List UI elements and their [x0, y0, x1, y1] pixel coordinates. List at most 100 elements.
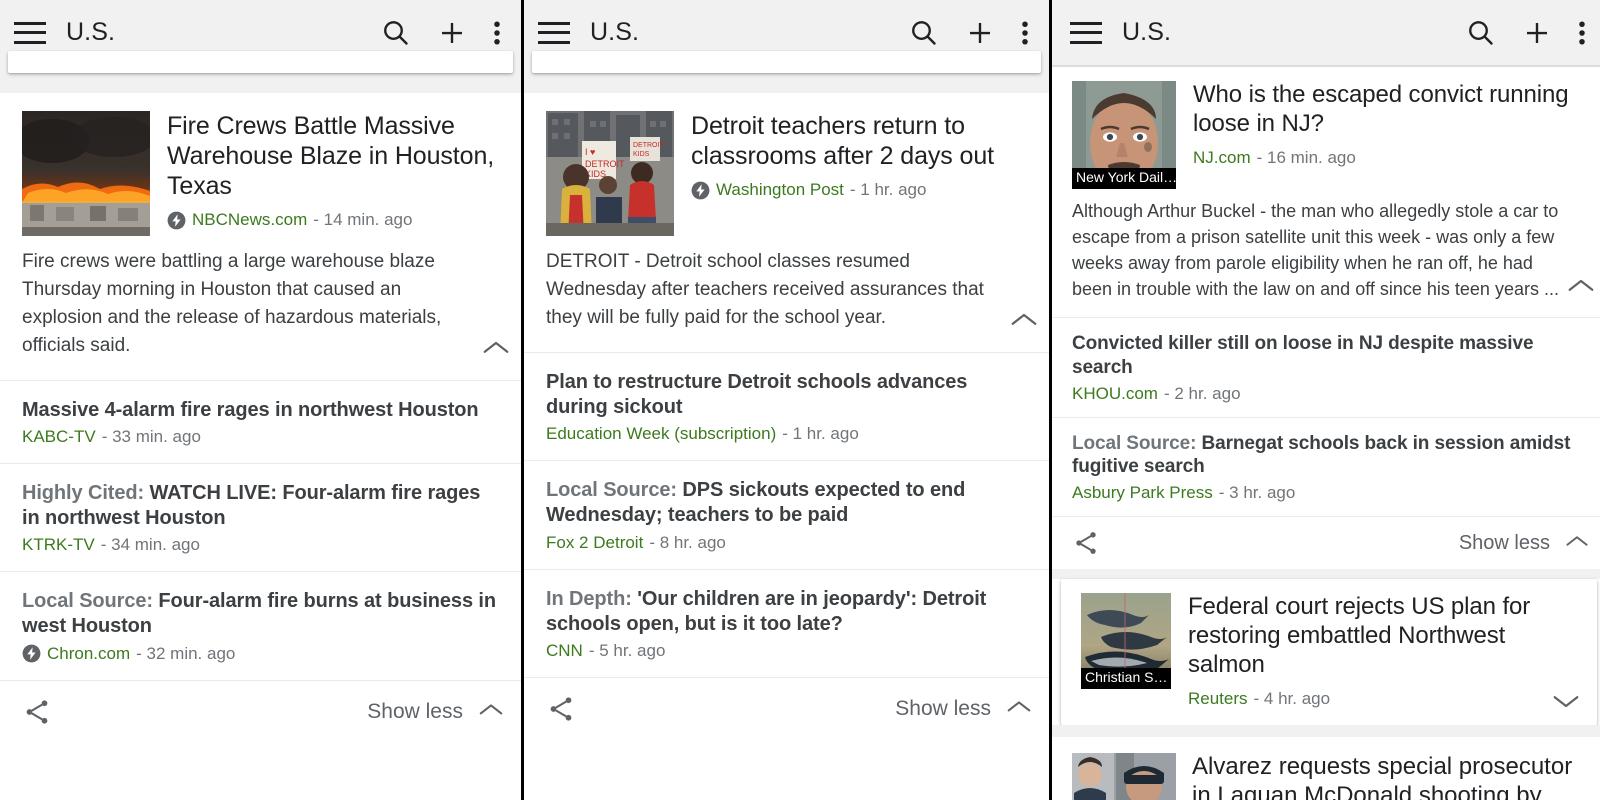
more-vert-icon[interactable] [1578, 18, 1586, 48]
related-article[interactable]: Plan to restructure Detroit schools adva… [524, 353, 1049, 460]
share-icon[interactable] [22, 697, 52, 727]
svg-text:I ♥: I ♥ [585, 147, 595, 157]
story-time: - 4 hr. ago [1253, 688, 1331, 708]
related-source[interactable]: Chron.com [47, 644, 130, 664]
story-source[interactable]: Washington Post [716, 180, 844, 200]
share-icon[interactable] [1072, 529, 1100, 557]
svg-text:DETROIT: DETROIT [585, 159, 625, 169]
search-icon[interactable] [381, 18, 411, 48]
related-time: - 34 min. ago [100, 535, 200, 555]
amp-lightning-icon [22, 644, 41, 663]
story-source-line: Reuters - 4 hr. ago [1188, 689, 1581, 709]
show-less-label: Show less [1458, 531, 1550, 554]
story-headline[interactable]: Fire Crews Battle Massive Warehouse Blaz… [167, 111, 503, 201]
related-prefix: Local Source: [546, 479, 683, 502]
story-headline[interactable]: Who is the escaped convict running loose… [1193, 81, 1590, 139]
related-headline: Plan to restructure Detroit schools adva… [546, 370, 968, 418]
story-thumbnail [22, 111, 150, 236]
card-footer: Show less [0, 681, 521, 743]
related-time: - 32 min. ago [136, 643, 236, 663]
related-article[interactable]: Massive 4-alarm fire rages in northwest … [0, 381, 521, 463]
share-icon[interactable] [546, 694, 576, 724]
related-title[interactable]: Local Source: DPS sickouts expected to e… [546, 478, 1029, 528]
related-source-line: Asbury Park Press - 3 hr. ago [1072, 483, 1588, 503]
story-snippet-text: DETROIT - Detroit school classes resumed… [546, 251, 984, 328]
search-icon[interactable] [909, 18, 939, 48]
lead-story[interactable]: I ♥ DETROIT KIDS DETROIT KIDS Detroit te… [524, 93, 1049, 242]
hamburger-menu-icon[interactable] [14, 21, 46, 44]
related-source[interactable]: CNN [546, 641, 583, 661]
show-less-button[interactable]: Show less [1459, 532, 1590, 555]
lead-story[interactable]: New York Dail… Who is the escaped convic… [1052, 67, 1600, 193]
story-card[interactable]: I ♥ DETROIT KIDS DETROIT KIDS Detroit te… [524, 93, 1049, 740]
related-headline: Massive 4-alarm fire rages in northwest … [22, 398, 479, 421]
related-source[interactable]: KABC-TV [22, 427, 96, 447]
chevron-up-icon[interactable] [1564, 532, 1590, 555]
chevron-down-icon[interactable] [1551, 692, 1581, 715]
story-source-line: NJ.com - 16 min. ago [1193, 148, 1590, 168]
related-source[interactable]: Asbury Park Press [1072, 483, 1213, 503]
partial-next-card[interactable]: Alvarez requests special prosecutor in L… [1052, 736, 1600, 800]
story-source[interactable]: Reuters [1188, 689, 1248, 709]
hamburger-menu-icon[interactable] [538, 21, 570, 44]
amp-lightning-icon [691, 181, 710, 200]
card-gap [1052, 569, 1600, 580]
show-less-button[interactable]: Show less [367, 700, 505, 724]
related-source-line: KHOU.com - 2 hr. ago [1072, 384, 1588, 404]
story-card[interactable]: New York Dail… Who is the escaped convic… [1052, 67, 1600, 570]
related-article[interactable]: Local Source: Four-alarm fire burns at b… [0, 572, 521, 679]
related-title[interactable]: Local Source: Barnegat schools back in s… [1072, 432, 1588, 480]
show-less-button[interactable]: Show less [895, 697, 1033, 721]
news-panel-houston-fire: U.S. Fire Crews Battle Massive Warehouse… [0, 0, 521, 800]
story-card[interactable]: Fire Crews Battle Massive Warehouse Blaz… [0, 93, 521, 743]
card-footer: Show less [1052, 517, 1600, 569]
story-source[interactable]: NJ.com [1193, 148, 1251, 168]
chevron-up-icon[interactable] [1005, 697, 1033, 721]
related-source[interactable]: Education Week (subscription) [546, 424, 776, 444]
related-prefix: Local Source: [1072, 432, 1202, 454]
story-headline[interactable]: Federal court rejects US plan for restor… [1188, 593, 1581, 679]
related-article[interactable]: Convicted killer still on loose in NJ de… [1052, 318, 1600, 417]
previous-card-sliver [524, 51, 1049, 93]
story-time: - 16 min. ago [1256, 147, 1356, 167]
related-title[interactable]: Plan to restructure Detroit schools adva… [546, 370, 1029, 420]
next-story-card[interactable]: Christian S… Federal court rejects US pl… [1061, 579, 1597, 725]
related-title[interactable]: Massive 4-alarm fire rages in northwest … [22, 398, 501, 423]
story-snippet: Although Arthur Buckel - the man who all… [1052, 193, 1600, 317]
related-time: - 8 hr. ago [649, 532, 726, 552]
related-title[interactable]: In Depth: 'Our children are in jeopardy'… [546, 587, 1029, 637]
hamburger-menu-icon[interactable] [1070, 21, 1102, 44]
related-article[interactable]: Local Source: Barnegat schools back in s… [1052, 418, 1600, 517]
more-vert-icon[interactable] [1021, 18, 1029, 48]
plus-icon[interactable] [965, 18, 995, 48]
plus-icon[interactable] [437, 18, 467, 48]
lead-story[interactable]: Christian S… Federal court rejects US pl… [1061, 579, 1597, 724]
chevron-up-icon[interactable] [1009, 310, 1039, 338]
related-title[interactable]: Convicted killer still on loose in NJ de… [1072, 332, 1588, 380]
story-source[interactable]: NBCNews.com [192, 210, 307, 230]
app-bar: U.S. [1052, 0, 1600, 65]
related-source[interactable]: KTRK-TV [22, 535, 95, 555]
page-title: U.S. [66, 18, 116, 46]
related-source[interactable]: Fox 2 Detroit [546, 533, 643, 553]
story-headline[interactable]: Detroit teachers return to classrooms af… [691, 111, 1031, 171]
related-source-line: CNN - 5 hr. ago [546, 641, 1029, 661]
related-title[interactable]: Highly Cited: WATCH LIVE: Four-alarm fir… [22, 481, 501, 531]
chevron-up-icon[interactable] [477, 700, 505, 724]
lead-story[interactable]: Fire Crews Battle Massive Warehouse Blaz… [0, 93, 521, 242]
related-prefix: Local Source: [22, 590, 159, 613]
lead-story[interactable]: Alvarez requests special prosecutor in L… [1052, 737, 1600, 800]
related-article[interactable]: In Depth: 'Our children are in jeopardy'… [524, 570, 1049, 677]
svg-text:DETROIT: DETROIT [633, 142, 664, 149]
related-source[interactable]: KHOU.com [1072, 384, 1158, 404]
related-source-line: KTRK-TV - 34 min. ago [22, 535, 501, 555]
related-article[interactable]: Local Source: DPS sickouts expected to e… [524, 461, 1049, 568]
story-headline[interactable]: Alvarez requests special prosecutor in L… [1192, 753, 1590, 800]
chevron-up-icon[interactable] [481, 338, 511, 366]
chevron-up-icon[interactable] [1566, 277, 1596, 303]
more-vert-icon[interactable] [493, 18, 501, 48]
plus-icon[interactable] [1522, 18, 1552, 48]
search-icon[interactable] [1466, 18, 1496, 48]
related-article[interactable]: Highly Cited: WATCH LIVE: Four-alarm fir… [0, 464, 521, 571]
related-title[interactable]: Local Source: Four-alarm fire burns at b… [22, 589, 501, 639]
